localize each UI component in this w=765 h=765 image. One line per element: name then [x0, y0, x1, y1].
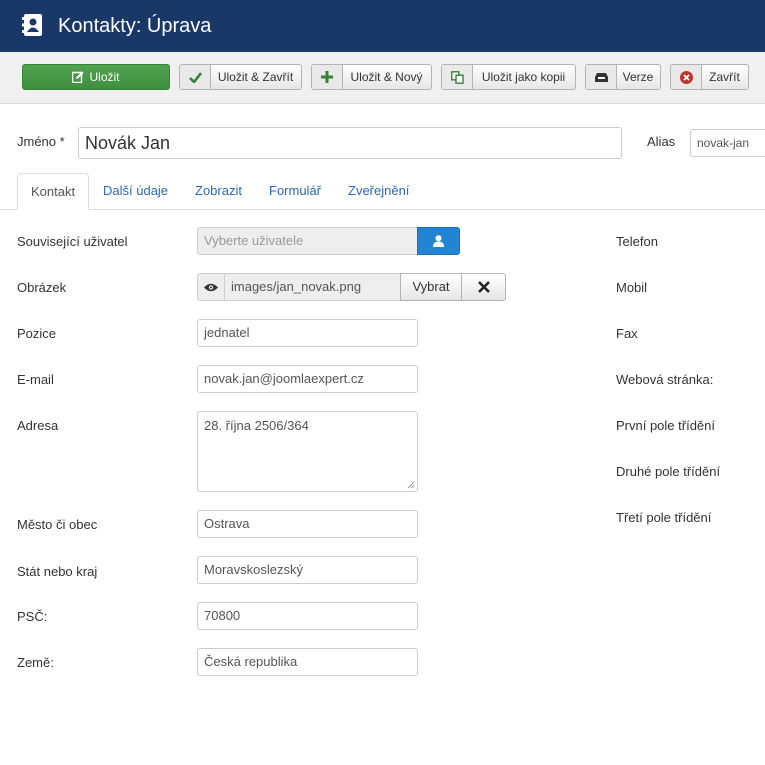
tab-contact[interactable]: Kontakt	[17, 173, 90, 210]
address-book-icon	[22, 14, 42, 36]
website-label: Webová stránka:	[616, 372, 714, 387]
save-copy-label: Uložit jako kopii	[481, 70, 566, 84]
image-label: Obrázek	[17, 280, 67, 295]
page-title: Kontakty: Úprava	[58, 15, 212, 37]
resize-handle-icon[interactable]	[407, 481, 415, 489]
clear-icon	[477, 281, 490, 293]
city-label: Město či obec	[17, 517, 98, 532]
tab-form[interactable]: Formulář	[269, 173, 321, 209]
tab-bar: Kontakt Další údaje Zobrazit Formulář Zv…	[0, 173, 765, 210]
tab-more-info[interactable]: Další údaje	[103, 173, 168, 209]
country-label: Země:	[17, 655, 54, 670]
image-path-input[interactable]: images/jan_novak.png	[224, 273, 401, 301]
image-preview-button[interactable]	[197, 273, 225, 301]
save-button[interactable]: Uložit	[22, 64, 170, 90]
copy-icon	[450, 70, 464, 84]
state-label: Stát nebo kraj	[17, 564, 98, 579]
name-label: Jméno *	[17, 134, 65, 149]
save-new-button[interactable]: Uložit & Nový	[311, 64, 432, 90]
save-close-button[interactable]: Uložit & Zavřít	[179, 64, 302, 90]
position-label: Pozice	[17, 326, 57, 341]
linked-user-input[interactable]: Vyberte uživatele	[197, 227, 418, 255]
alias-input[interactable]: novak-jan	[690, 129, 765, 157]
sort-field-1-label: První pole třídění	[616, 418, 715, 433]
address-textarea[interactable]: 28. října 2506/364	[197, 411, 418, 492]
mobile-label: Mobil	[616, 280, 648, 295]
tab-display[interactable]: Zobrazit	[195, 173, 242, 209]
image-clear-button[interactable]	[461, 273, 506, 301]
linked-user-label: Související uživatel	[17, 234, 128, 249]
address-label: Adresa	[17, 418, 59, 433]
archive-icon	[594, 73, 608, 82]
address-text: 28. října 2506/364	[204, 418, 309, 433]
close-label: Zavřít	[709, 70, 740, 84]
page-header: Kontakty: Úprava	[0, 0, 765, 52]
name-input[interactable]: Novák Jan	[78, 127, 622, 159]
image-select-button[interactable]: Vybrat	[400, 273, 462, 301]
email-label: E-mail	[17, 372, 54, 387]
state-input[interactable]: Moravskoslezský	[197, 556, 418, 584]
versions-label: Verze	[622, 70, 654, 84]
plus-icon	[321, 71, 333, 83]
phone-label: Telefon	[616, 234, 658, 249]
country-input[interactable]: Česká republika	[197, 648, 418, 676]
tab-publishing[interactable]: Zveřejnění	[348, 173, 409, 209]
close-button[interactable]: Zavřít	[670, 64, 749, 90]
check-icon	[188, 71, 202, 83]
zip-input[interactable]: 70800	[197, 602, 418, 630]
select-user-button[interactable]	[417, 227, 460, 255]
city-input[interactable]: Ostrava	[197, 510, 418, 538]
toolbar: Uložit Uložit & Zavřít Uložit & Nový Ulo…	[0, 52, 765, 104]
fax-label: Fax	[616, 326, 638, 341]
eye-icon	[204, 283, 218, 291]
user-icon	[433, 235, 444, 247]
alias-label: Alias	[647, 134, 676, 149]
zip-label: PSČ:	[17, 609, 48, 624]
save-close-label: Uložit & Zavřít	[217, 70, 294, 84]
sort-field-2-label: Druhé pole třídění	[616, 464, 721, 479]
save-button-label: Uložit	[89, 70, 120, 84]
email-input[interactable]: novak.jan@joomlaexpert.cz	[197, 365, 418, 393]
versions-button[interactable]: Verze	[585, 64, 661, 90]
position-input[interactable]: jednatel	[197, 319, 418, 347]
sort-field-3-label: Třetí pole třídění	[616, 510, 712, 525]
save-new-label: Uložit & Nový	[350, 70, 423, 84]
save-copy-button[interactable]: Uložit jako kopii	[441, 64, 576, 90]
edit-icon	[72, 71, 84, 83]
cancel-icon	[679, 70, 693, 84]
